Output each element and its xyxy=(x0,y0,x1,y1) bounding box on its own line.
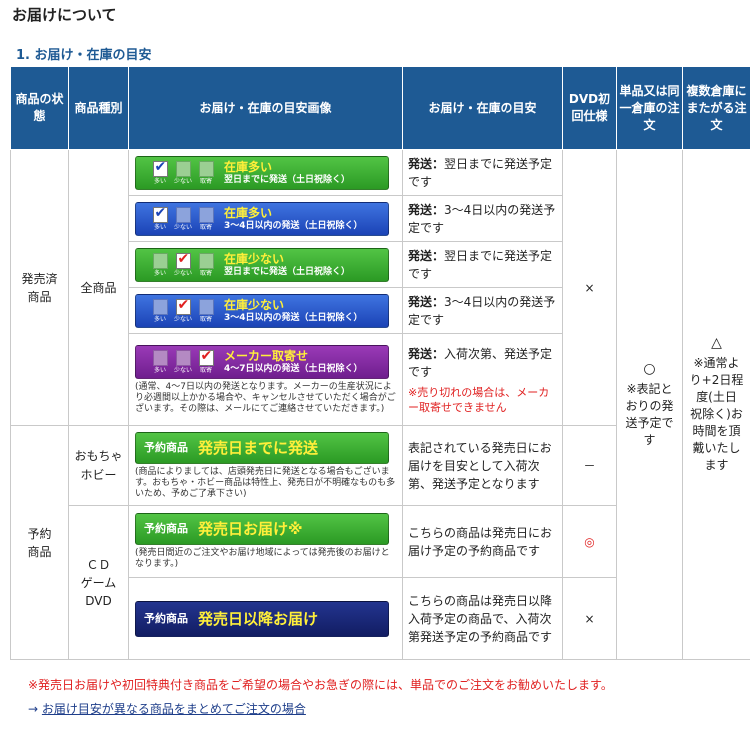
badge-note: (商品によりましては、店頭発売日に発送となる場合もございます。おもちゃ・ホビー商… xyxy=(135,466,396,499)
header-single: 単品又は同一倉庫の注文 xyxy=(616,66,683,150)
stock-badge: 多い ✔ 少ない 取寄 在庫少ない 翌日までに発送（土日祝除く） xyxy=(135,247,389,282)
multi-order: △ ※通常よ り+2日程 度(土日 祝除く)お 時間を頂 戴いたし ます xyxy=(682,149,750,660)
delivery-desc: 発送：3～4日以内の発送予定です xyxy=(402,195,563,242)
checkbox-icon xyxy=(175,206,191,223)
checkbox-icon xyxy=(198,252,214,269)
stock-badge-cell: 多い 少ない ✔ 取寄 メーカー取寄せ 4～7日以内の発送（土日祝除く） (通常、4… xyxy=(128,333,403,426)
delivery-desc: 発送：翌日までに発送予定です xyxy=(402,149,563,196)
link-text[interactable]: お届け目安が異なる商品をまとめてご注文の場合 xyxy=(42,702,306,716)
delivery-desc: こちらの商品は発売日以降入荷予定の商品で、入荷次第発送予定の予約商品です xyxy=(402,577,563,660)
preorder-dvd: × xyxy=(562,577,617,660)
delivery-desc: こちらの商品は発売日にお届け予定の予約商品です xyxy=(402,505,563,578)
checkbox-icon: ✔ xyxy=(175,296,191,315)
delivery-desc: 発送：3～4日以内の発送予定です xyxy=(402,287,563,334)
checkbox-icon: ✔ xyxy=(152,204,168,223)
delivery-desc: 発送：入荷次第、発送予定です ※売り切れの場合は、メーカー取寄せできません xyxy=(402,333,563,426)
preorder-dvd: ◎ xyxy=(562,505,617,578)
stock-badge-cell: ✔ 多い 少ない 取寄 在庫多い 翌日までに発送（土日祝除く） xyxy=(128,149,403,196)
stock-badge: 多い 少ない ✔ 取寄 メーカー取寄せ 4～7日以内の発送（土日祝除く） xyxy=(135,344,389,379)
stock-badge: ✔ 多い 少ない 取寄 在庫多い 3～4日以内の発送（土日祝除く） xyxy=(135,201,389,236)
released-status: 発売済商品 xyxy=(10,149,69,426)
preorder-badge: 予約商品 発売日お届け※ xyxy=(135,513,389,545)
preorder-badge-cell: 予約商品 発売日お届け※ (発売日間近のご注文やお届け地域によっては発売後のお届け… xyxy=(128,505,403,578)
checkbox-icon xyxy=(198,160,214,177)
section-title: 1. お届け・在庫の目安 xyxy=(16,48,152,63)
table-header-row: 商品の状態 商品種別 お届け・在庫の目安画像 お届け・在庫の目安 DVD初回仕様… xyxy=(10,66,750,150)
table-row: 発売済商品 全商品 ✔ 多い 少ない 取寄 在庫多い 翌日までに発送（土日祝除く） … xyxy=(10,149,750,660)
page: お届けについて 1. お届け・在庫の目安 商品の状態 商品種別 お届け・在庫の目… xyxy=(0,0,750,737)
checkbox-icon xyxy=(175,160,191,177)
header-multi: 複数倉庫にまたがる注文 xyxy=(682,66,750,150)
released-category: 全商品 xyxy=(68,149,129,426)
stock-badge-cell: 多い ✔ 少ない 取寄 在庫少ない 3～4日以内の発送（土日祝除く） xyxy=(128,287,403,334)
header-image: お届け・在庫の目安画像 xyxy=(128,66,403,150)
header-guide: お届け・在庫の目安 xyxy=(402,66,563,150)
checkbox-icon: ✔ xyxy=(175,250,191,269)
preorder-category: おもちゃ ホビー xyxy=(68,425,129,506)
header-category: 商品種別 xyxy=(68,66,129,150)
preorder-category: ＣＤ ゲーム DVD xyxy=(68,505,129,660)
stock-badge: ✔ 多い 少ない 取寄 在庫多い 翌日までに発送（土日祝除く） xyxy=(135,155,389,190)
delivery-desc: 表記されている発売日にお届けを目安として入荷次第、発送予定となります xyxy=(402,425,563,506)
badge-note: (通常、4～7日以内の発送となります。メーカーの生産状況により必週間以上かかる場… xyxy=(135,381,396,414)
arrow-icon: → xyxy=(28,702,39,716)
preorder-badge-cell: 予約商品 発売日以降お届け xyxy=(128,577,403,660)
checkbox-icon xyxy=(198,298,214,315)
footer-note: ※発売日お届けや初回特典付き商品をご希望の場合やお急ぎの際には、単品でのご注文を… xyxy=(28,678,613,692)
checkbox-icon xyxy=(198,206,214,223)
stock-badge-cell: 多い ✔ 少ない 取寄 在庫少ない 翌日までに発送（土日祝除く） xyxy=(128,241,403,288)
checkbox-icon xyxy=(152,349,168,366)
combined-order-link[interactable]: → お届け目安が異なる商品をまとめてご注文の場合 xyxy=(28,700,306,717)
checkbox-icon: ✔ xyxy=(152,158,168,177)
single-order: ○ ※表記と おりの発 送予定です xyxy=(616,149,683,660)
checkbox-icon xyxy=(175,349,191,366)
preorder-badge: 予約商品 発売日以降お届け xyxy=(135,600,389,637)
checkbox-icon xyxy=(152,298,168,315)
header-status: 商品の状態 xyxy=(10,66,69,150)
preorder-badge-cell: 予約商品 発売日までに発送 (商品によりましては、店頭発売日に発送となる場合もござ… xyxy=(128,425,403,506)
released-dvd: × xyxy=(562,149,617,426)
checkbox-icon xyxy=(152,252,168,269)
preorder-dvd: － xyxy=(562,425,617,506)
preorder-badge: 予約商品 発売日までに発送 xyxy=(135,431,389,464)
page-title: お届けについて xyxy=(12,6,117,24)
badge-note: (発売日間近のご注文やお届け地域によっては発売後のお届けとなります。) xyxy=(135,548,390,569)
header-dvd: DVD初回仕様 xyxy=(562,66,617,150)
checkbox-icon: ✔ xyxy=(198,347,214,366)
delivery-desc: 発送：翌日までに発送予定です xyxy=(402,241,563,288)
stock-badge: 多い ✔ 少ない 取寄 在庫少ない 3～4日以内の発送（土日祝除く） xyxy=(135,293,389,328)
delivery-table: 商品の状態 商品種別 お届け・在庫の目安画像 お届け・在庫の目安 DVD初回仕様… xyxy=(10,66,750,660)
stock-badge-cell: ✔ 多い 少ない 取寄 在庫多い 3～4日以内の発送（土日祝除く） xyxy=(128,195,403,242)
warning-text: ※売り切れの場合は、メーカー取寄せできません xyxy=(408,385,550,414)
preorder-status: 予約商品 xyxy=(10,425,69,660)
